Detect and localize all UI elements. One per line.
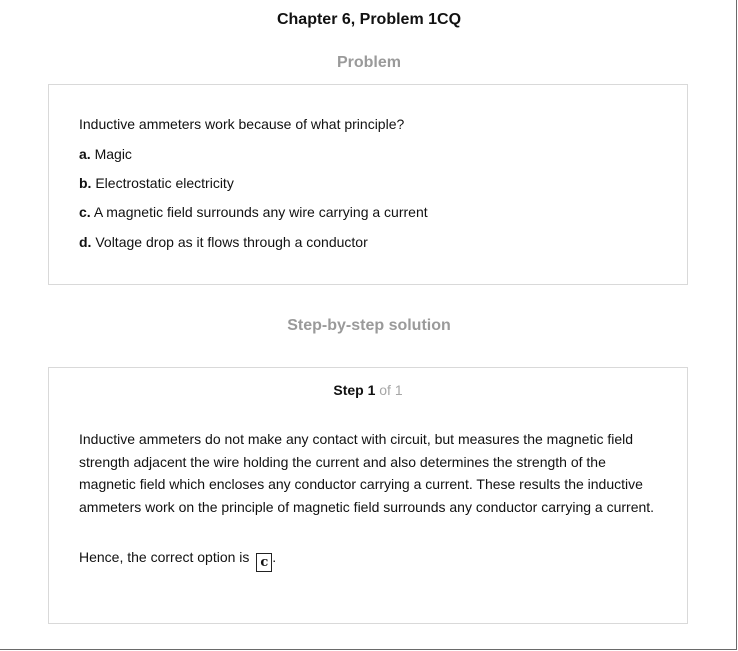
option-d-letter: d. <box>79 234 92 250</box>
option-a-letter: a. <box>79 146 91 162</box>
option-c-letter: c. <box>79 204 91 220</box>
option-c: c. A magnetic field surrounds any wire c… <box>79 204 428 220</box>
chapter-title: Chapter 6, Problem 1CQ <box>276 11 462 28</box>
step-header: Step 1 of 1 <box>49 382 687 398</box>
conclusion-period: . <box>272 549 277 565</box>
step-count: of 1 <box>379 382 403 398</box>
solution-conclusion: Hence, the correct option is c. <box>79 549 276 572</box>
answer-box: c <box>256 553 273 572</box>
page-frame: Chapter 6, Problem 1CQ Problem Inductive… <box>0 0 737 650</box>
conclusion-text: Hence, the correct option is <box>79 549 250 565</box>
option-b: b. Electrostatic electricity <box>79 175 234 191</box>
option-c-text: A magnetic field surrounds any wire carr… <box>93 204 428 220</box>
problem-card: Inductive ammeters work because of what … <box>48 84 688 285</box>
option-b-letter: b. <box>79 175 92 191</box>
option-a-text: Magic <box>94 146 132 162</box>
problem-heading: Problem <box>336 54 401 71</box>
solution-explanation: Inductive ammeters do not make any conta… <box>79 431 655 515</box>
question-text: Inductive ammeters work because of what … <box>79 116 405 132</box>
option-d-text: Voltage drop as it flows through a condu… <box>95 234 368 250</box>
solution-card: Step 1 of 1 Inductive ammeters do not ma… <box>48 367 688 624</box>
option-d: d. Voltage drop as it flows through a co… <box>79 234 368 250</box>
option-b-text: Electrostatic electricity <box>95 175 234 191</box>
solution-heading: Step-by-step solution <box>287 317 451 334</box>
option-a: a. Magic <box>79 146 132 162</box>
step-label: Step 1 <box>333 382 376 398</box>
